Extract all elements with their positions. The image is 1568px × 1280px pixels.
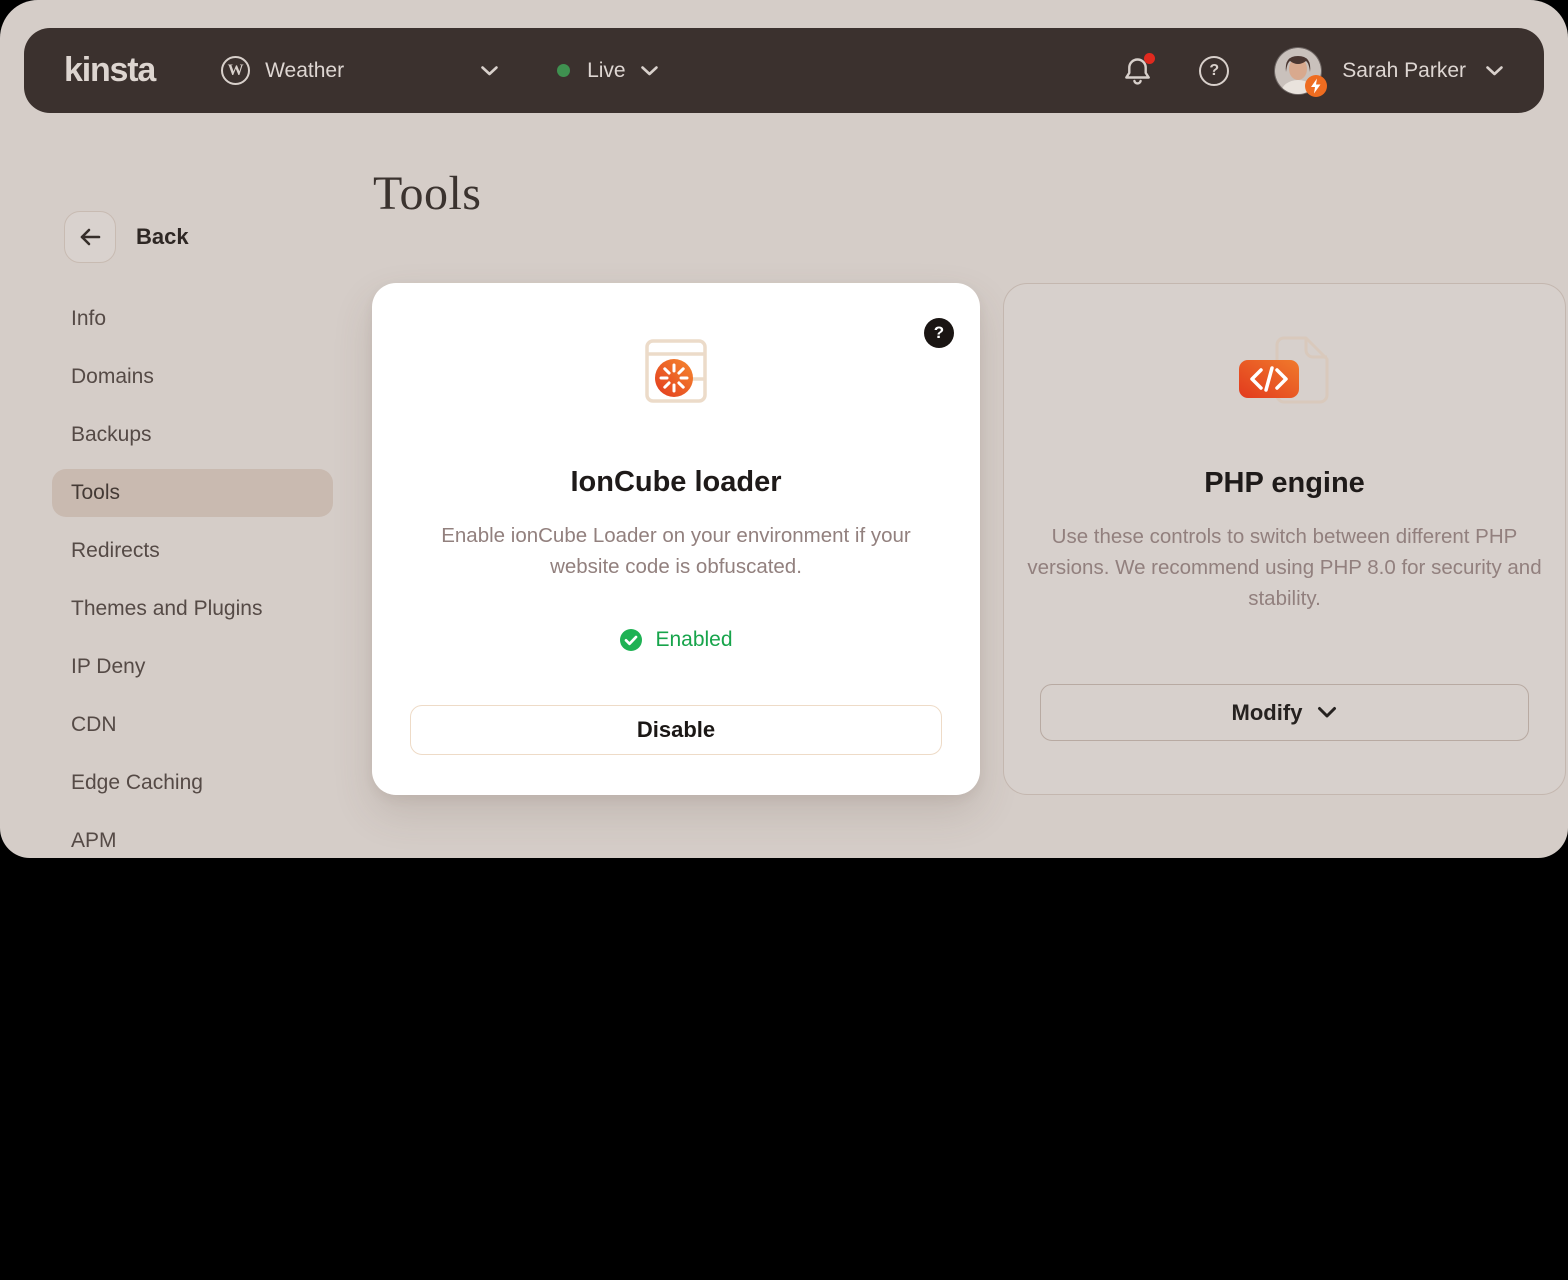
sidebar-item-tools[interactable]: Tools [52,469,333,517]
topbar-right: ? Sarah Parker [1124,48,1504,94]
sidebar-item-edge-caching[interactable]: Edge Caching [52,759,333,807]
wordpress-icon: W [221,56,250,85]
topbar: kinsta W Weather Live [24,28,1544,113]
sidebar-item-backups[interactable]: Backups [52,411,333,459]
user-avatar[interactable] [1275,48,1321,94]
live-status-dot [557,64,570,77]
sidebar-item-info[interactable]: Info [52,295,333,343]
ioncube-loader-card: ? [372,283,980,795]
screen: kinsta W Weather Live [0,0,1568,1280]
card-title: PHP engine [1004,467,1565,500]
check-circle-icon [619,628,643,652]
ioncube-loader-icon [372,339,980,403]
notifications-button[interactable] [1124,56,1151,85]
app-window: kinsta W Weather Live [0,0,1568,858]
arrow-left-icon [78,228,102,246]
card-description: Enable ionCube Loader on your environmen… [415,520,937,582]
help-button[interactable]: ? [1199,56,1229,86]
chevron-down-icon [640,65,659,77]
sidebar-item-ip-deny[interactable]: IP Deny [52,643,333,691]
modify-button[interactable]: Modify [1040,684,1529,741]
sidebar-item-domains[interactable]: Domains [52,353,333,401]
php-engine-icon [1004,336,1565,406]
sidebar-item-apm[interactable]: APM [52,817,333,858]
sidebar-nav: Info Domains Backups Tools Redirects The… [52,295,333,858]
page-title: Tools [373,166,481,221]
back-label: Back [136,224,189,250]
card-description: Use these controls to switch between dif… [1027,521,1543,614]
environment-name: Live [587,59,626,83]
site-name: Weather [265,59,344,83]
disable-button[interactable]: Disable [410,705,942,755]
modify-button-label: Modify [1232,700,1303,726]
disable-button-label: Disable [637,717,715,743]
question-mark-icon: ? [1209,62,1219,80]
sidebar-item-redirects[interactable]: Redirects [52,527,333,575]
lightning-badge-icon [1305,75,1327,97]
php-engine-card: PHP engine Use these controls to switch … [1003,283,1566,795]
chevron-down-icon [480,65,499,77]
status-badge: Enabled [655,628,732,652]
kinsta-logo[interactable]: kinsta [64,51,155,90]
notification-badge [1144,53,1155,64]
back-row: Back [64,211,189,263]
card-title: IonCube loader [372,466,980,499]
status-row: Enabled [372,628,980,652]
sidebar-item-themes-and-plugins[interactable]: Themes and Plugins [52,585,333,633]
back-button[interactable] [64,211,116,263]
environment-selector-dropdown[interactable]: Live [557,59,659,83]
site-selector-dropdown[interactable]: W Weather [221,56,499,85]
sidebar-item-cdn[interactable]: CDN [52,701,333,749]
user-name[interactable]: Sarah Parker [1342,59,1466,83]
chevron-down-icon [1317,706,1337,719]
chevron-down-icon[interactable] [1485,65,1504,77]
